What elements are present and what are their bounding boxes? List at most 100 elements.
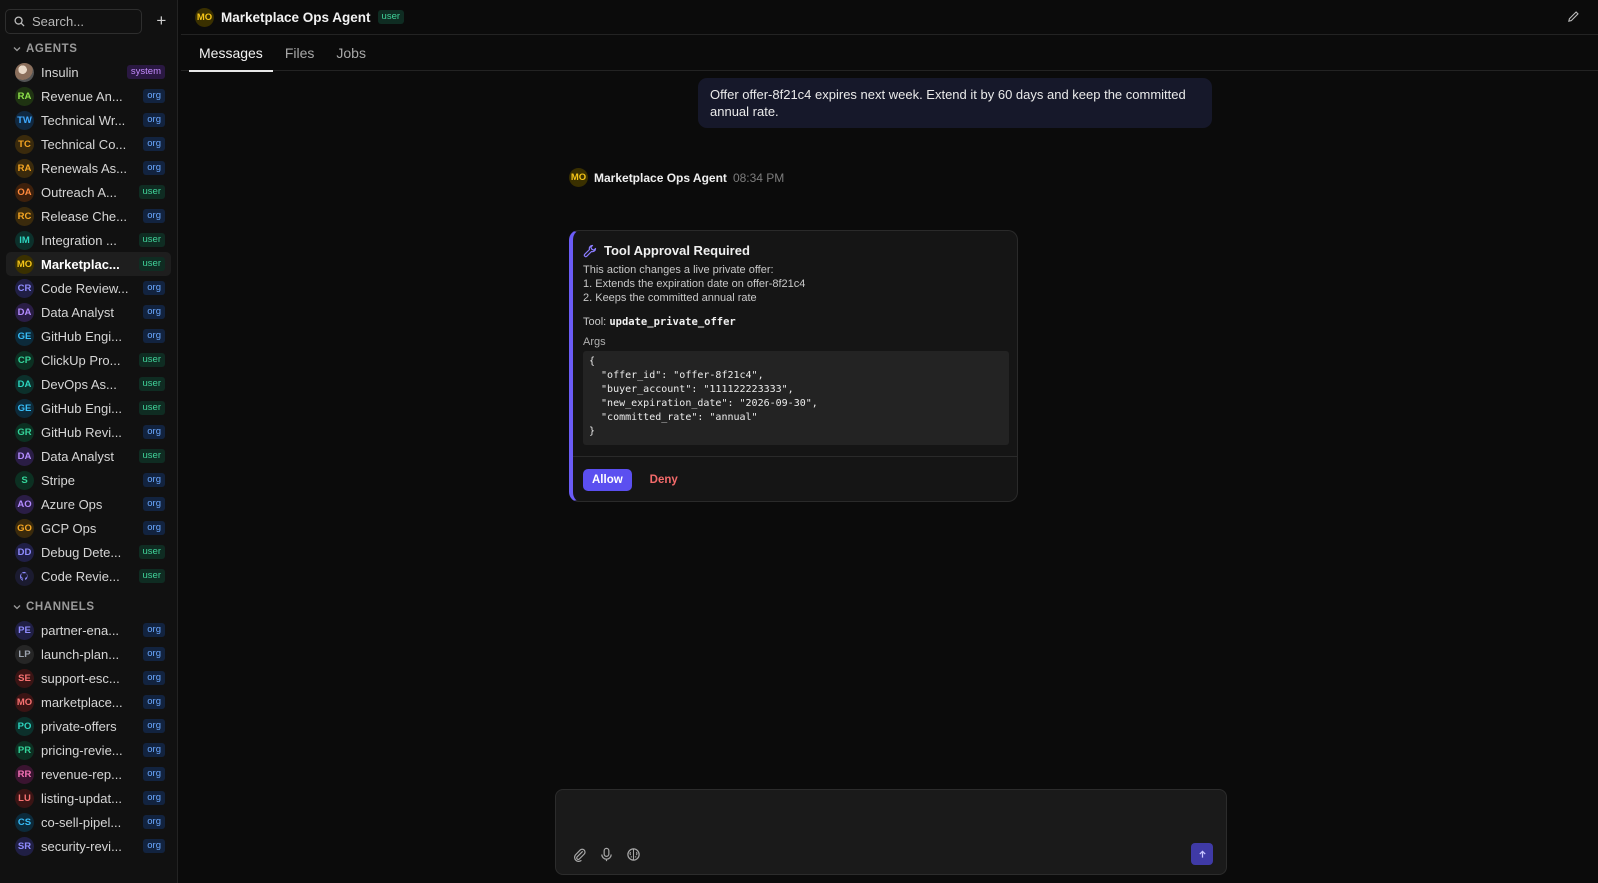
- deny-button[interactable]: Deny: [642, 469, 686, 491]
- sidebar-item-label: GitHub Revi...: [41, 424, 122, 440]
- avatar: MO: [15, 692, 34, 712]
- allow-button[interactable]: Allow: [583, 468, 632, 491]
- sidebar-item-label: Code Revie...: [41, 568, 120, 584]
- channels-header-label: CHANNELS: [26, 601, 95, 613]
- sidebar-agent-item[interactable]: OA Outreach A... user: [6, 180, 171, 204]
- agent-message-header: MO Marketplace Ops Agent 08:34 PM: [569, 168, 784, 187]
- avatar: RA: [15, 86, 34, 106]
- sidebar-agent-item[interactable]: AO Azure Ops org: [6, 492, 171, 516]
- approval-desc-line: 2. Keeps the committed annual rate: [583, 292, 757, 304]
- org-badge: org: [143, 647, 165, 661]
- sidebar-agent-item[interactable]: GE GitHub Engi... org: [6, 324, 171, 348]
- user-badge: user: [138, 185, 165, 199]
- github-icon: [15, 566, 34, 586]
- org-badge: org: [143, 113, 165, 127]
- sidebar: Search... + AGENTS Insulin system RA Revenu…: [0, 0, 178, 883]
- sidebar-agent-item[interactable]: S Stripe org: [6, 468, 171, 492]
- sidebar-channel-item[interactable]: SR security-revi... org: [6, 834, 171, 858]
- sidebar-item-label: Data Analyst: [41, 448, 114, 464]
- sidebar-agent-item[interactable]: RA Renewals As... org: [6, 156, 171, 180]
- sidebar-channel-item[interactable]: RR revenue-rep... org: [6, 762, 171, 786]
- sidebar-agent-item[interactable]: TW Technical Wr... org: [6, 108, 171, 132]
- sidebar-item-label: revenue-rep...: [41, 766, 122, 782]
- avatar: GE: [15, 398, 34, 418]
- avatar: SR: [15, 836, 34, 856]
- system-badge: system: [126, 65, 165, 79]
- sidebar-item-label: marketplace...: [41, 694, 123, 710]
- avatar: TW: [15, 110, 34, 130]
- sidebar-agent-item[interactable]: GR GitHub Revi... org: [6, 420, 171, 444]
- brain-icon[interactable]: [626, 847, 641, 862]
- avatar: DD: [15, 542, 34, 562]
- sidebar-channel-item[interactable]: LP launch-plan... org: [6, 642, 171, 666]
- composer-tools: [572, 847, 641, 862]
- org-badge: org: [143, 521, 165, 535]
- sidebar-agent-item[interactable]: DA DevOps As... user: [6, 372, 171, 396]
- sidebar-agent-item[interactable]: IM Integration ... user: [6, 228, 171, 252]
- message-composer: [555, 789, 1227, 875]
- sidebar-item-label: Outreach A...: [41, 184, 117, 200]
- sidebar-agent-item[interactable]: TC Technical Co... org: [6, 132, 171, 156]
- tab-messages[interactable]: Messages: [189, 35, 273, 72]
- avatar: LP: [15, 644, 34, 664]
- args-code-block: { "offer_id": "offer-8f21c4", "buyer_acc…: [583, 351, 1009, 445]
- send-button[interactable]: [1191, 843, 1213, 865]
- sidebar-agent-item[interactable]: Insulin system: [6, 60, 171, 84]
- user-badge: user: [138, 569, 165, 583]
- sidebar-channel-item[interactable]: CS co-sell-pipel... org: [6, 810, 171, 834]
- sidebar-channel-item[interactable]: PR pricing-revie... org: [6, 738, 171, 762]
- user-badge: user: [138, 257, 165, 271]
- sidebar-agent-item[interactable]: DA Data Analyst org: [6, 300, 171, 324]
- org-badge: org: [143, 425, 165, 439]
- avatar: CS: [15, 812, 34, 832]
- sidebar-item-label: launch-plan...: [41, 646, 120, 662]
- user-badge: user: [138, 545, 165, 559]
- sidebar-item-label: Debug Dete...: [41, 544, 122, 560]
- sidebar-item-label: Data Analyst: [41, 304, 114, 320]
- sidebar-agent-item[interactable]: GE GitHub Engi... user: [6, 396, 171, 420]
- microphone-icon[interactable]: [599, 847, 614, 862]
- tab-jobs[interactable]: Jobs: [326, 35, 376, 71]
- org-badge: org: [143, 329, 165, 343]
- sidebar-agent-item[interactable]: DA Data Analyst user: [6, 444, 171, 468]
- tab-files[interactable]: Files: [275, 35, 325, 71]
- avatar: PO: [15, 716, 34, 736]
- org-badge: org: [143, 137, 165, 151]
- sidebar-agent-item[interactable]: Code Revie... user: [6, 564, 171, 588]
- user-badge: user: [138, 353, 165, 367]
- sidebar-item-label: Revenue An...: [41, 88, 123, 104]
- sidebar-channel-item[interactable]: MO marketplace... org: [6, 690, 171, 714]
- sidebar-item-label: listing-updat...: [41, 790, 122, 806]
- message-input[interactable]: [568, 800, 1214, 830]
- sidebar-item-label: Code Review...: [41, 280, 129, 296]
- edit-icon[interactable]: [1567, 10, 1580, 23]
- sidebar-agent-item[interactable]: RA Revenue An... org: [6, 84, 171, 108]
- org-badge: org: [143, 791, 165, 805]
- add-button[interactable]: +: [152, 11, 171, 31]
- sidebar-agent-item[interactable]: CR Code Review... org: [6, 276, 171, 300]
- sidebar-channel-item[interactable]: LU listing-updat... org: [6, 786, 171, 810]
- org-badge: org: [143, 695, 165, 709]
- org-badge: org: [143, 473, 165, 487]
- sidebar-agent-item[interactable]: GO GCP Ops org: [6, 516, 171, 540]
- paperclip-icon[interactable]: [572, 847, 587, 862]
- sidebar-agent-item[interactable]: MO Marketplac... user: [6, 252, 171, 276]
- message-timestamp: 08:34 PM: [732, 170, 785, 185]
- channels-section-header[interactable]: CHANNELS: [0, 596, 177, 618]
- sidebar-item-label: Renewals As...: [41, 160, 127, 176]
- sidebar-item-label: Technical Wr...: [41, 112, 126, 128]
- sidebar-channel-item[interactable]: PO private-offers org: [6, 714, 171, 738]
- sidebar-agent-item[interactable]: DD Debug Dete... user: [6, 540, 171, 564]
- avatar: PR: [15, 740, 34, 760]
- sidebar-channel-item[interactable]: PE partner-ena... org: [6, 618, 171, 642]
- org-badge: org: [143, 497, 165, 511]
- user-badge: user: [138, 401, 165, 415]
- search-input[interactable]: Search...: [5, 8, 142, 34]
- sidebar-channel-item[interactable]: SE support-esc... org: [6, 666, 171, 690]
- agents-header-label: AGENTS: [26, 43, 78, 55]
- agents-section-header[interactable]: AGENTS: [0, 38, 177, 60]
- sidebar-agent-item[interactable]: CP ClickUp Pro... user: [6, 348, 171, 372]
- sidebar-agent-item[interactable]: RC Release Che... org: [6, 204, 171, 228]
- avatar: RA: [15, 158, 34, 178]
- sidebar-item-label: DevOps As...: [41, 376, 117, 392]
